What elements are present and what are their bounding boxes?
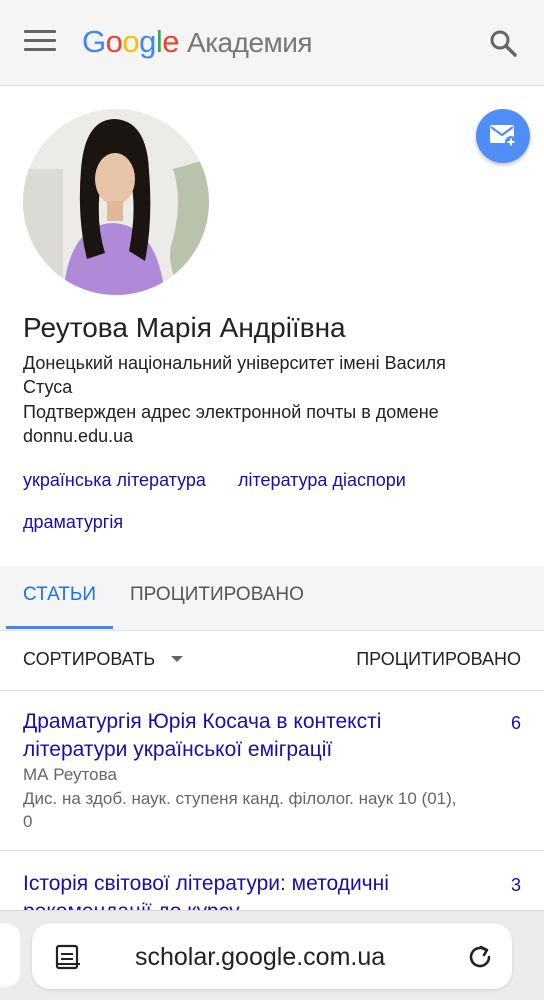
cited-by-header: ПРОЦИТИРОВАНО (356, 649, 521, 669)
logo-letter: g (139, 24, 156, 59)
article-row: Драматургія Юрія Косача в контексті літе… (0, 690, 544, 852)
article-publication: Дис. на здоб. наук. ступеня канд. філоло… (23, 789, 457, 831)
logo-letter: o (122, 24, 140, 59)
logo-letter: e (162, 24, 180, 59)
sort-button[interactable]: СОРТИРОВАТЬ (23, 649, 155, 670)
reader-mode-icon[interactable] (54, 943, 82, 976)
hamburger-icon[interactable] (24, 30, 56, 54)
article-title[interactable]: Драматургія Юрія Косача в контексті літе… (23, 708, 463, 764)
app-header: Google Академия (0, 0, 544, 86)
address-bar[interactable]: scholar.google.com.ua (32, 923, 512, 989)
caret-down-icon[interactable] (171, 656, 183, 662)
tab-articles[interactable]: СТАТЬИ (23, 584, 96, 606)
reload-icon[interactable] (465, 942, 495, 977)
logo-letter: o (105, 24, 123, 59)
cited-by-count[interactable]: 6 (511, 713, 521, 734)
mail-add-icon (490, 125, 517, 148)
active-tab-indicator (6, 626, 113, 629)
interest-link[interactable]: література діаспори (238, 468, 406, 492)
google-scholar-logo[interactable]: Google Академия (82, 22, 313, 63)
tab-cited[interactable]: ПРОЦИТИРОВАНО (130, 584, 304, 606)
previous-tab-stub[interactable] (0, 923, 20, 987)
browser-toolbar: scholar.google.com.ua (0, 910, 544, 1000)
product-name: Академия (187, 27, 313, 58)
search-icon[interactable] (488, 28, 518, 58)
url-text[interactable]: scholar.google.com.ua (135, 943, 385, 972)
sort-row: СОРТИРОВАТЬ ПРОЦИТИРОВАНО (0, 630, 544, 691)
article-authors: МА Реутова (23, 765, 117, 784)
tabs-bar: СТАТЬИ ПРОЦИТИРОВАНО (0, 566, 544, 631)
profile-name: Реутова Марія Андріївна (23, 312, 346, 343)
interest-link[interactable]: драматургія (23, 510, 123, 534)
logo-letter: G (82, 24, 106, 59)
verified-email: Подтвержден адрес электронной почты в до… (23, 402, 439, 446)
follow-button[interactable] (476, 109, 530, 163)
profile-photo (23, 109, 209, 295)
divider (0, 850, 544, 851)
profile-affiliation: Донецький національний університет імені… (23, 353, 446, 397)
cited-by-count[interactable]: 3 (511, 875, 521, 896)
interest-link[interactable]: українська література (23, 468, 206, 492)
